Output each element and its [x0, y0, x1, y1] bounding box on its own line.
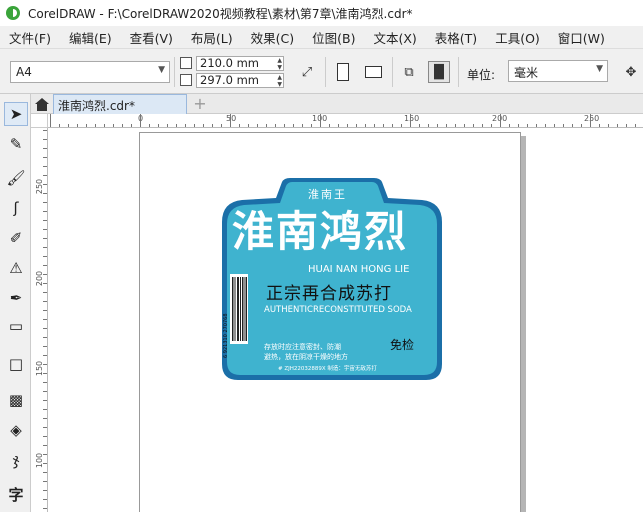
add-tab-button[interactable]: + — [191, 95, 209, 113]
width-row: 210.0 mm ▲ ▼ — [180, 55, 284, 71]
menu-effects[interactable]: 效果(C) — [242, 28, 303, 47]
page-size-select[interactable]: A4 ▼ — [10, 61, 170, 83]
eyedropper-tool-icon[interactable]: ჯ — [4, 448, 28, 472]
label-subtitle: 正宗再合成苏打 — [266, 284, 392, 304]
label-storage-1: 存放时应注意密封、防潮 — [264, 343, 341, 351]
width-input[interactable]: 210.0 mm ▲ ▼ — [196, 55, 284, 71]
shape-tool-icon[interactable]: ✎ — [4, 132, 28, 156]
tab-document[interactable]: 淮南鸿烈.cdr* — [53, 94, 187, 114]
eraser-tool-icon[interactable]: ▭ — [4, 314, 28, 338]
rectangle-tool-icon[interactable]: □ — [4, 352, 28, 376]
ruler-label: 150 — [404, 114, 420, 123]
toolbox: ➤ ✎ 🖌 ʃ ✐ ⚠ ✒ ▭ □ ▩ ◈ ჯ 字 — [0, 94, 31, 512]
drawing-canvas[interactable]: 淮南王 淮南鸿烈 HUAI NAN HONG LIE 正宗再合成苏打 AUTHE… — [48, 128, 643, 512]
separator — [325, 57, 326, 87]
label-english: AUTHENTICRECONSTITUTED SODA — [264, 305, 412, 315]
brand-small-text: 淮南王 — [308, 188, 347, 201]
portrait-button[interactable] — [332, 61, 354, 83]
chevron-down-icon: ▼ — [158, 65, 165, 75]
text-tool-icon[interactable]: 字 — [4, 482, 28, 506]
ruler-corner[interactable] — [31, 114, 48, 128]
document-tab-bar: 淮南鸿烈.cdr* + — [31, 94, 643, 114]
label-license: # ZJH22032889X 制造：宇宙无敌苏打 — [278, 366, 377, 372]
property-bar: A4 ▼ 210.0 mm ▲ ▼ 297.0 mm ▲ ▼ ⤢ ⧉ ▐▌ 单位: … — [0, 48, 643, 94]
menu-view[interactable]: 查看(V) — [121, 28, 182, 47]
label-pinyin: HUAI NAN HONG LIE — [308, 264, 410, 275]
barcode — [230, 274, 248, 344]
separator — [458, 57, 459, 87]
title-bar: CorelDRAW - F:\CorelDRAW2020视频教程\素材\第7章\… — [0, 0, 643, 26]
menu-layout[interactable]: 布局(L) — [182, 28, 242, 47]
horizontal-ruler[interactable]: 0 50 100 150 200 250 — [48, 114, 643, 128]
current-page-icon[interactable]: ▐▌ — [428, 61, 450, 83]
all-pages-icon[interactable]: ⧉ — [398, 61, 420, 83]
mirror-tool-icon[interactable]: ⚠ — [4, 256, 28, 280]
brush-tool-icon[interactable]: 🖌 — [4, 166, 28, 190]
menu-file[interactable]: 文件(F) — [0, 28, 60, 47]
nudge-icon[interactable]: ✥ — [620, 61, 642, 83]
height-value: 297.0 mm — [200, 72, 259, 87]
menu-table[interactable]: 表格(T) — [426, 28, 486, 47]
landscape-button[interactable] — [362, 61, 384, 83]
label-title: 淮南鸿烈 — [232, 207, 409, 256]
freehand-tool-icon[interactable]: ʃ — [4, 196, 28, 220]
units-value: 毫米 — [514, 66, 539, 80]
resize-page-icon[interactable]: ⤢ — [296, 61, 318, 83]
home-icon[interactable] — [33, 95, 51, 113]
menu-edit[interactable]: 编辑(E) — [60, 28, 121, 47]
height-icon — [180, 74, 192, 86]
barcode-number: 6 921310 270768 — [223, 313, 229, 358]
units-select[interactable]: 毫米 ▼ — [508, 60, 608, 82]
label-storage-2: 避热，放在阴凉干燥的地方 — [264, 353, 348, 361]
fill-tool-icon[interactable]: ◈ — [4, 418, 28, 442]
vertical-ruler[interactable]: 250 200 150 100 — [31, 128, 48, 512]
ruler-label: 50 — [226, 114, 237, 123]
pen-tool-icon[interactable]: ✒ — [4, 286, 28, 310]
height-input[interactable]: 297.0 mm ▲ ▼ — [196, 72, 284, 88]
spin-arrows-icon[interactable]: ▲ ▼ — [277, 74, 282, 88]
ruler-label: 250 — [584, 114, 600, 123]
tab-document-label: 淮南鸿烈.cdr* — [58, 99, 135, 113]
chevron-down-icon: ▼ — [596, 64, 603, 74]
ruler-label: 250 — [35, 178, 45, 195]
pick-tool-icon[interactable]: ➤ — [4, 102, 28, 126]
separator — [174, 57, 175, 87]
menu-text[interactable]: 文本(X) — [364, 28, 425, 47]
window-title: CorelDRAW - F:\CorelDRAW2020视频教程\素材\第7章\… — [28, 6, 413, 21]
coreldraw-logo-icon — [6, 6, 20, 20]
transparency-tool-icon[interactable]: ▩ — [4, 388, 28, 412]
height-row: 297.0 mm ▲ ▼ — [180, 72, 284, 88]
artistic-media-icon[interactable]: ✐ — [4, 226, 28, 250]
width-icon — [180, 57, 192, 69]
menu-tools[interactable]: 工具(O) — [486, 28, 549, 47]
page-size-value: A4 — [16, 65, 32, 79]
page-shadow — [521, 136, 526, 512]
menu-window[interactable]: 窗口(W) — [549, 28, 614, 47]
spin-arrows-icon[interactable]: ▲ ▼ — [277, 57, 282, 71]
menu-bar: 文件(F) 编辑(E) 查看(V) 布局(L) 效果(C) 位图(B) 文本(X… — [0, 26, 643, 48]
label-badge: 免检 — [390, 338, 415, 352]
width-value: 210.0 mm — [200, 55, 259, 70]
separator — [392, 57, 393, 87]
units-label: 单位: — [467, 68, 496, 82]
label-artwork[interactable]: 淮南王 淮南鸿烈 HUAI NAN HONG LIE 正宗再合成苏打 AUTHE… — [220, 178, 444, 382]
menu-bitmap[interactable]: 位图(B) — [303, 28, 364, 47]
ruler-label: 100 — [35, 452, 45, 469]
